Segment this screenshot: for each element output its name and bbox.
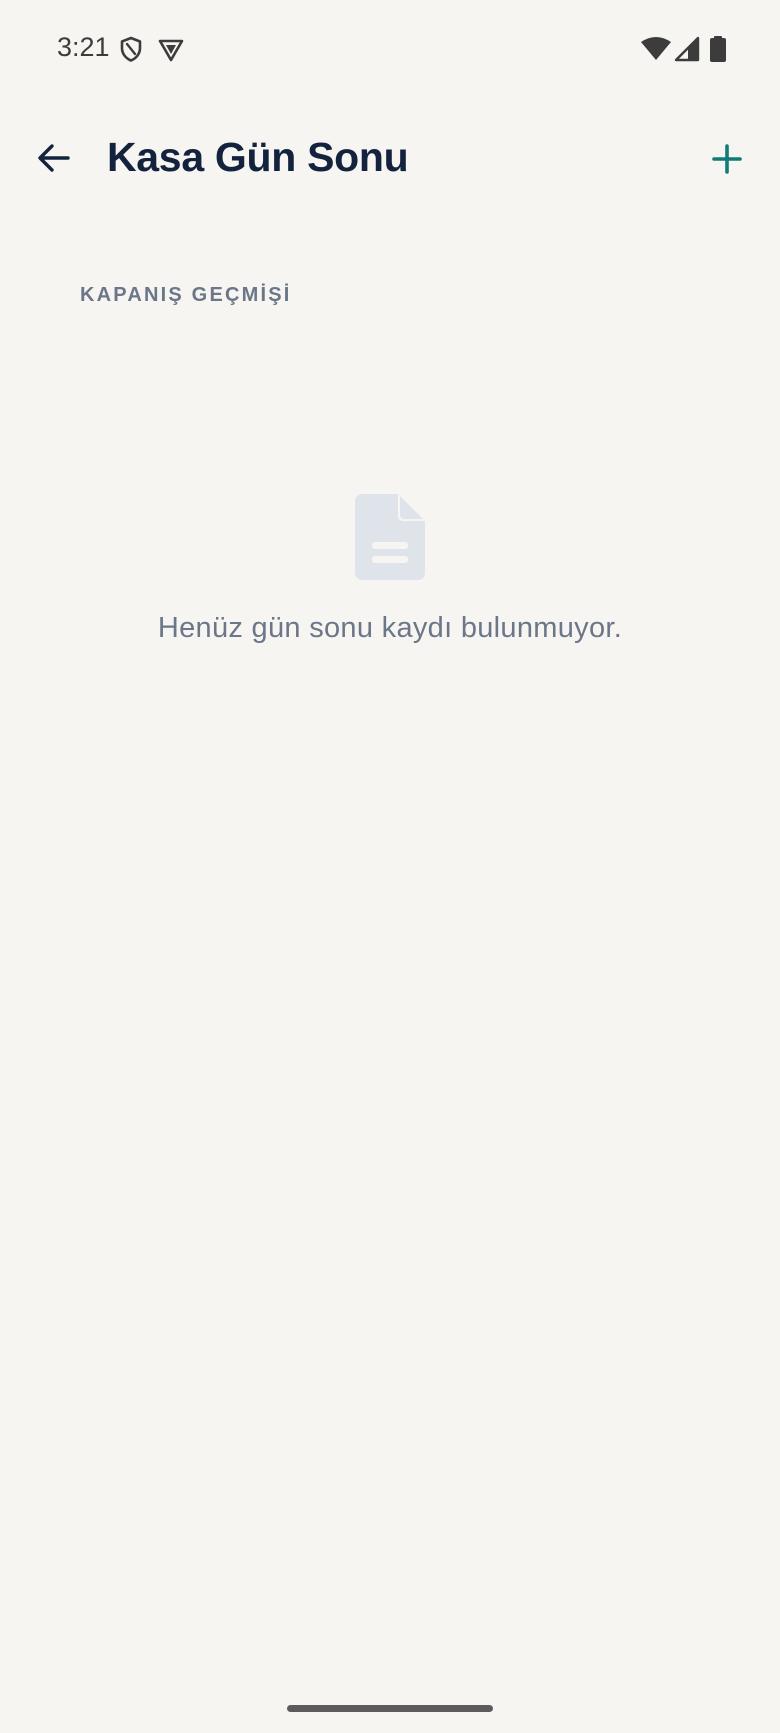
empty-state-message: Henüz gün sonu kaydı bulunmuyor. xyxy=(157,612,623,644)
add-button[interactable] xyxy=(702,136,752,186)
battery-icon xyxy=(708,35,728,63)
status-time: 3:21 xyxy=(57,32,110,62)
status-bar: 3:21 xyxy=(0,0,780,100)
empty-state: Henüz gün sonu kaydı bulunmuyor. xyxy=(0,494,780,645)
page-title: Kasa Gün Sonu xyxy=(107,134,409,180)
vpn-badge-icon xyxy=(157,35,185,63)
cellular-signal-icon xyxy=(673,35,701,63)
back-button[interactable] xyxy=(30,136,78,184)
document-icon xyxy=(355,494,425,580)
screen: 3:21 Kasa Gün Sonu KAPANIŞ GEÇMİŞİ Henüz… xyxy=(0,0,780,1733)
app-bar: Kasa Gün Sonu xyxy=(0,118,780,202)
wifi-icon xyxy=(640,35,672,63)
plus-icon xyxy=(711,143,743,180)
section-header: KAPANIŞ GEÇMİŞİ xyxy=(80,284,292,306)
arrow-left-icon xyxy=(36,140,72,181)
gesture-nav-handle[interactable] xyxy=(287,1705,493,1712)
shield-icon xyxy=(117,35,145,63)
